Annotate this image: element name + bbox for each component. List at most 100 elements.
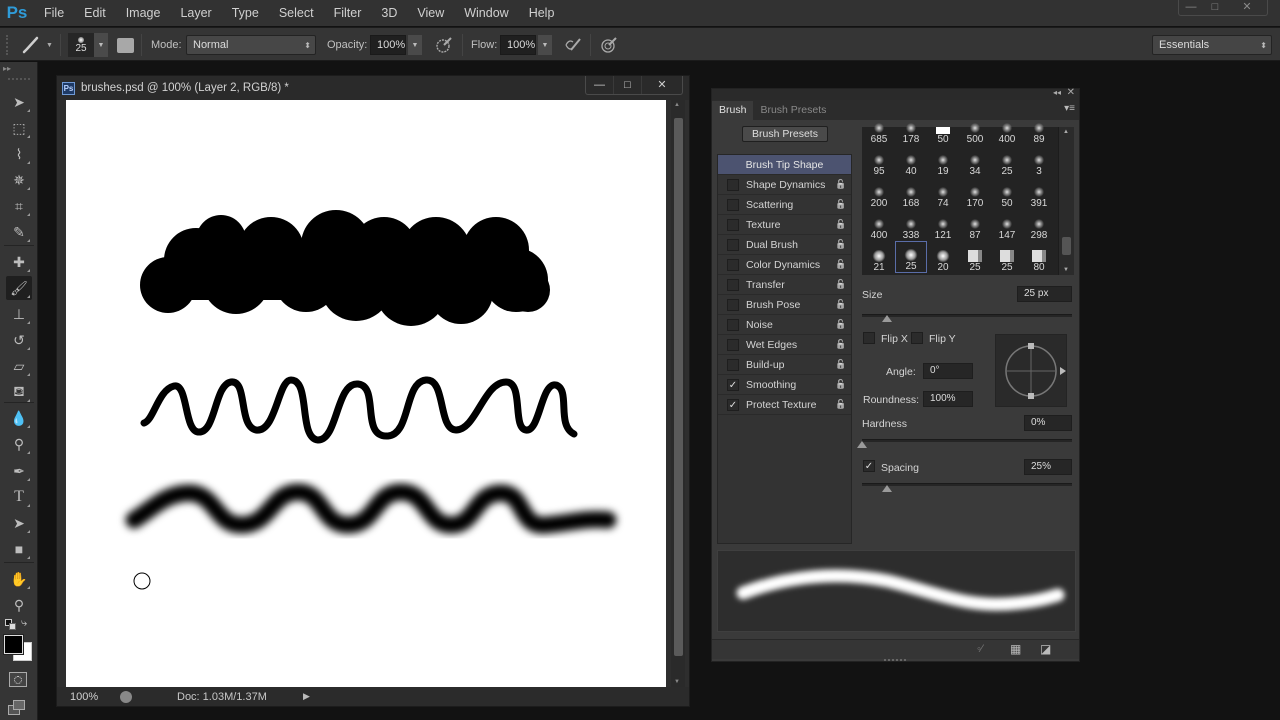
pen-tool[interactable]: ✒ (6, 459, 32, 483)
menu-select[interactable]: Select (269, 6, 324, 20)
spacing-slider-thumb[interactable] (882, 485, 893, 492)
default-colors-icon[interactable] (5, 619, 17, 630)
brush-tip[interactable]: 391 (1023, 177, 1055, 209)
scrollbar-thumb[interactable] (1062, 237, 1071, 255)
quick-mask-button[interactable] (9, 672, 27, 687)
brush-setting-protect-texture[interactable]: ✓ Protect Texture 🔓 (718, 395, 851, 415)
doc-minimize-button[interactable]: — (586, 76, 614, 94)
brush-presets-button[interactable]: Brush Presets (742, 126, 828, 142)
menu-layer[interactable]: Layer (170, 6, 221, 20)
lock-icon[interactable]: 🔓 (834, 319, 848, 330)
workspace-select[interactable]: Essentials ⬍ (1152, 35, 1272, 55)
brush-tip[interactable]: 178 (895, 113, 927, 145)
brush-tip[interactable]: 25 (959, 241, 991, 273)
toggle-live-tip-icon[interactable]: ◦⁄ (977, 643, 983, 655)
app-maximize-button[interactable]: □ (1203, 0, 1227, 14)
brush-tip[interactable]: 74 (927, 177, 959, 209)
brush-setting-checkbox[interactable] (727, 358, 739, 371)
hardness-slider[interactable] (862, 439, 1072, 442)
lock-icon[interactable]: 🔓 (834, 299, 848, 310)
brush-tip[interactable]: 298 (1023, 209, 1055, 241)
magic-wand-tool[interactable]: ✵ (6, 168, 32, 192)
panel-header[interactable]: ◂◂ ✕ (712, 87, 1079, 100)
brush-tip[interactable]: 200 (863, 177, 895, 209)
lock-icon[interactable]: 🔓 (834, 239, 848, 250)
brush-grid-icon[interactable]: ▦ (1010, 642, 1021, 656)
spacing-checkbox[interactable]: ✓ (863, 460, 875, 472)
zoom-level[interactable]: 100% (70, 691, 110, 703)
angle-roundness-widget[interactable] (995, 334, 1067, 407)
brush-setting-checkbox[interactable]: ✓ (727, 398, 739, 411)
pressure-opacity-button[interactable] (435, 28, 453, 62)
roundness-input[interactable]: 100% (923, 391, 973, 407)
tool-preset-picker[interactable]: ▼ (20, 28, 53, 62)
app-minimize-button[interactable]: — (1179, 0, 1203, 14)
brush-setting-build-up[interactable]: Build-up 🔓 (718, 355, 851, 375)
opacity-input[interactable]: 100% (370, 35, 406, 55)
pressure-size-button[interactable] (600, 28, 618, 62)
brush-setting-wet-edges[interactable]: Wet Edges 🔓 (718, 335, 851, 355)
brush-setting-brush-pose[interactable]: Brush Pose 🔓 (718, 295, 851, 315)
hardness-slider-thumb[interactable] (857, 441, 867, 448)
brush-setting-shape-dynamics[interactable]: Shape Dynamics 🔓 (718, 175, 851, 195)
brush-tip[interactable]: 121 (927, 209, 959, 241)
brush-tip[interactable]: 500 (959, 113, 991, 145)
lock-icon[interactable]: 🔓 (834, 259, 848, 270)
brush-tip[interactable]: 25 (991, 145, 1023, 177)
move-tool[interactable]: ➤ (6, 90, 32, 114)
brush-setting-checkbox[interactable] (727, 338, 739, 351)
brush-tip[interactable]: 400 (991, 113, 1023, 145)
brush-tip[interactable]: 19 (927, 145, 959, 177)
collapse-toolbox-icon[interactable]: ▸▸ (3, 64, 11, 73)
type-tool[interactable]: T (6, 485, 32, 509)
brush-tip[interactable]: 40 (895, 145, 927, 177)
brush-tip[interactable]: 3 (1023, 145, 1055, 177)
lock-icon[interactable]: 🔓 (834, 359, 848, 370)
flow-input[interactable]: 100% (500, 35, 536, 55)
path-selection-tool[interactable]: ➤ (6, 511, 32, 535)
size-input[interactable]: 25 px (1017, 286, 1072, 302)
mode-select[interactable]: Normal ⬍ (186, 35, 316, 55)
menu-edit[interactable]: Edit (74, 6, 116, 20)
scroll-down-icon[interactable]: ▼ (1063, 267, 1069, 273)
brush-tip[interactable]: 25 (895, 241, 927, 273)
app-close-button[interactable]: ✕ (1227, 0, 1267, 14)
swap-colors-icon[interactable]: ⤷ (21, 617, 27, 630)
brush-setting-brush-tip-shape[interactable]: Brush Tip Shape (718, 155, 851, 175)
toolbox-grip[interactable] (8, 78, 30, 80)
hand-tool[interactable]: ✋ (6, 567, 32, 591)
paint-bucket-tool[interactable]: ⛾ (6, 380, 32, 404)
brush-tip[interactable]: 95 (863, 145, 895, 177)
lock-icon[interactable]: 🔓 (834, 379, 848, 390)
brush-size-picker[interactable]: 25 ▼ (68, 28, 108, 62)
blur-tool[interactable]: 💧 (6, 406, 32, 430)
brush-tip[interactable]: 50 (927, 113, 959, 145)
brush-tip[interactable]: 338 (895, 209, 927, 241)
size-slider-thumb[interactable] (882, 315, 893, 322)
brush-tip[interactable]: 170 (959, 177, 991, 209)
menu-3d[interactable]: 3D (371, 6, 407, 20)
zoom-tool[interactable]: ⚲ (6, 593, 32, 617)
brush-setting-scattering[interactable]: Scattering 🔓 (718, 195, 851, 215)
brush-setting-checkbox[interactable] (727, 198, 739, 211)
brush-setting-dual-brush[interactable]: Dual Brush 🔓 (718, 235, 851, 255)
tip-grid-scrollbar[interactable]: ▲ ▼ (1058, 127, 1074, 275)
airbrush-button[interactable] (563, 28, 583, 62)
flow-dropdown[interactable]: ▼ (538, 35, 552, 55)
brush-tip[interactable]: 685 (863, 113, 895, 145)
menu-help[interactable]: Help (519, 6, 565, 20)
brush-setting-checkbox[interactable] (727, 258, 739, 271)
new-preset-icon[interactable]: ◪ (1040, 642, 1051, 656)
lock-icon[interactable]: 🔓 (834, 279, 848, 290)
collapse-panel-icon[interactable]: ◂◂ (1053, 88, 1061, 97)
status-export-icon[interactable] (120, 690, 132, 703)
menu-type[interactable]: Type (222, 6, 269, 20)
tab-brush-presets[interactable]: Brush Presets (753, 101, 833, 120)
eraser-tool[interactable]: ▱ (6, 354, 32, 378)
brush-setting-transfer[interactable]: Transfer 🔓 (718, 275, 851, 295)
dodge-tool[interactable]: ⚲ (6, 432, 32, 456)
brush-tip[interactable]: 147 (991, 209, 1023, 241)
brush-tip[interactable]: 21 (863, 241, 895, 273)
brush-tip[interactable]: 168 (895, 177, 927, 209)
doc-close-button[interactable]: ✕ (642, 76, 682, 94)
